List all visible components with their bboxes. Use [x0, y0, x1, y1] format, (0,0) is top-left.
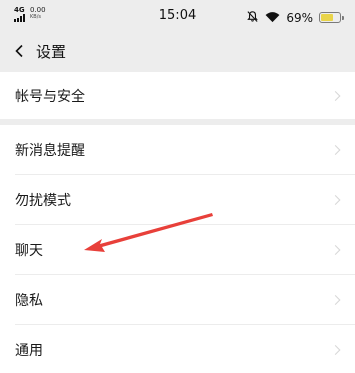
settings-item-account-security[interactable]: 帐号与安全 [0, 72, 355, 119]
settings-group-main: 新消息提醒 勿扰模式 聊天 隐私 通用 [0, 125, 355, 373]
settings-item-label: 隐私 [15, 293, 43, 309]
mute-bell-icon [246, 8, 259, 27]
status-bar: 4G 0.00 KB/s 15:04 69% [0, 0, 355, 32]
back-button[interactable] [4, 32, 34, 70]
battery-percent: 69% [286, 10, 313, 25]
settings-item-chat[interactable]: 聊天 [0, 225, 355, 275]
chevron-right-icon [330, 90, 341, 101]
settings-item-label: 帐号与安全 [15, 88, 85, 105]
settings-item-label: 聊天 [15, 243, 43, 259]
chevron-right-icon [330, 295, 341, 305]
settings-item-general[interactable]: 通用 [0, 325, 355, 373]
chevron-left-icon [15, 44, 23, 58]
page-title: 设置 [36, 42, 67, 61]
settings-group-account: 帐号与安全 [0, 72, 355, 119]
wifi-icon [265, 8, 280, 27]
settings-item-label: 新消息提醒 [15, 143, 85, 159]
chevron-right-icon [330, 195, 341, 205]
battery-level [321, 14, 334, 21]
battery-icon [319, 12, 344, 23]
chevron-right-icon [330, 145, 341, 155]
settings-item-privacy[interactable]: 隐私 [0, 275, 355, 325]
chevron-right-icon [330, 345, 341, 355]
chevron-right-icon [330, 245, 341, 255]
settings-item-label: 通用 [15, 343, 43, 359]
settings-item-label: 勿扰模式 [15, 193, 71, 209]
settings-item-do-not-disturb[interactable]: 勿扰模式 [0, 175, 355, 225]
status-right: 69% [246, 8, 344, 27]
settings-item-new-message-alerts[interactable]: 新消息提醒 [0, 125, 355, 175]
title-bar: 设置 [0, 32, 355, 70]
